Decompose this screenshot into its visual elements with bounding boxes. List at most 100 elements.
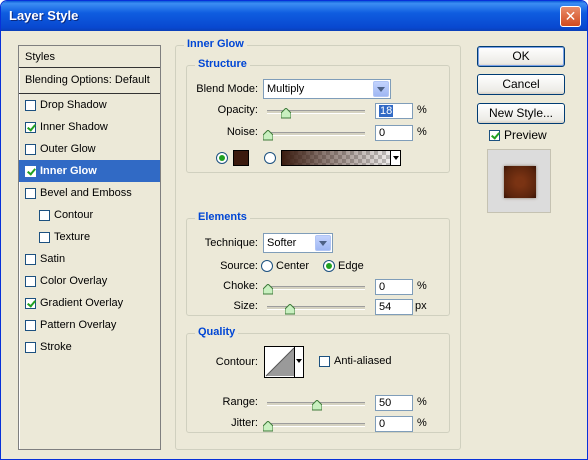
preview-swatch: [504, 166, 536, 198]
blending-options-item[interactable]: Blending Options: Default: [19, 68, 160, 94]
style-checkbox[interactable]: [25, 253, 36, 265]
technique-value: Softer: [267, 237, 297, 249]
style-item-stroke[interactable]: Stroke: [19, 336, 160, 358]
style-item-contour[interactable]: Contour: [19, 204, 160, 226]
preview-label[interactable]: Preview: [504, 128, 547, 142]
opacity-input[interactable]: 18: [375, 103, 413, 119]
title-bar[interactable]: Layer Style ✕: [1, 1, 587, 31]
style-item-drop-shadow[interactable]: Drop Shadow: [19, 94, 160, 116]
structure-group: Structure Blend Mode: Multiply Opacity: …: [186, 58, 450, 173]
choke-label: Choke:: [223, 280, 258, 292]
size-input[interactable]: 54: [375, 299, 413, 315]
chevron-down-icon[interactable]: [315, 235, 331, 251]
contour-curve-icon: [265, 347, 295, 377]
gradient-picker[interactable]: [281, 150, 401, 166]
opacity-slider-thumb[interactable]: [280, 108, 291, 119]
anti-aliased-box[interactable]: [319, 355, 330, 367]
style-checkbox[interactable]: [25, 121, 36, 133]
anti-aliased-checkbox[interactable]: Anti-aliased: [319, 355, 391, 367]
style-preview: [487, 149, 551, 213]
inner-glow-group: Inner Glow Structure Blend Mode: Multipl…: [175, 38, 461, 450]
glow-color-swatch[interactable]: [233, 150, 249, 166]
quality-group: Quality Contour: Anti-aliased Range: 50: [186, 326, 450, 433]
source-center-radio[interactable]: [261, 260, 273, 272]
style-checkbox[interactable]: [25, 143, 36, 155]
preview-checkbox[interactable]: Preview: [489, 128, 547, 142]
gradient-radio[interactable]: [264, 152, 276, 164]
style-item-texture[interactable]: Texture: [19, 226, 160, 248]
color-radio[interactable]: [216, 152, 228, 164]
choke-unit: %: [417, 280, 427, 292]
range-slider-thumb[interactable]: [312, 400, 322, 411]
anti-aliased-label[interactable]: Anti-aliased: [334, 355, 391, 367]
choke-slider-thumb[interactable]: [263, 284, 273, 295]
style-checkbox[interactable]: [25, 297, 36, 309]
size-slider-thumb[interactable]: [284, 304, 295, 315]
style-checkbox[interactable]: [25, 341, 36, 353]
chevron-down-icon[interactable]: [294, 347, 303, 377]
style-item-satin[interactable]: Satin: [19, 248, 160, 270]
range-unit: %: [417, 396, 427, 408]
styles-header[interactable]: Styles: [19, 46, 160, 68]
range-input[interactable]: 50: [375, 395, 413, 411]
style-checkbox[interactable]: [39, 209, 50, 221]
opacity-label: Opacity:: [217, 104, 258, 116]
contour-picker[interactable]: [264, 346, 304, 378]
style-checkbox[interactable]: [25, 99, 36, 111]
preview-box[interactable]: [489, 129, 500, 141]
elements-title: Elements: [195, 211, 250, 223]
size-slider-track[interactable]: [267, 306, 365, 310]
source-edge-label[interactable]: Edge: [338, 260, 364, 272]
style-item-pattern-overlay[interactable]: Pattern Overlay: [19, 314, 160, 336]
source-label: Source:: [220, 260, 258, 272]
window-title: Layer Style: [9, 8, 79, 23]
close-button[interactable]: ✕: [560, 6, 581, 27]
jitter-label: Jitter:: [231, 417, 258, 429]
style-item-label: Pattern Overlay: [40, 319, 117, 331]
technique-select[interactable]: Softer: [263, 233, 333, 253]
jitter-slider-track[interactable]: [267, 423, 365, 427]
elements-group: Elements Technique: Softer Source: Cente…: [186, 211, 450, 316]
jitter-slider-thumb[interactable]: [263, 421, 273, 432]
choke-slider-track[interactable]: [267, 286, 365, 290]
jitter-input[interactable]: 0: [375, 416, 413, 432]
chevron-down-icon[interactable]: [390, 151, 400, 165]
style-checkbox[interactable]: [39, 231, 50, 243]
cancel-button[interactable]: Cancel: [477, 74, 565, 95]
noise-input[interactable]: 0: [375, 125, 413, 141]
style-item-outer-glow[interactable]: Outer Glow: [19, 138, 160, 160]
style-item-label: Texture: [54, 231, 91, 243]
style-item-label: Inner Shadow: [40, 121, 108, 133]
layer-style-dialog: Layer Style ✕ Styles Blending Options: D…: [0, 0, 588, 460]
source-center-label[interactable]: Center: [276, 260, 309, 272]
style-item-label: Satin: [40, 253, 66, 265]
style-item-color-overlay[interactable]: Color Overlay: [19, 270, 160, 292]
style-checkbox[interactable]: [25, 187, 36, 199]
style-item-gradient-overlay[interactable]: Gradient Overlay: [19, 292, 160, 314]
style-item-label: Color Overlay: [40, 275, 108, 287]
style-checkbox[interactable]: [25, 275, 36, 287]
style-item-inner-shadow[interactable]: Inner Shadow: [19, 116, 160, 138]
style-item-bevel-and-emboss[interactable]: Bevel and Emboss: [19, 182, 160, 204]
source-edge-radio[interactable]: [323, 260, 335, 272]
opacity-value: 18: [379, 105, 394, 117]
new-style-button[interactable]: New Style...: [477, 103, 565, 124]
technique-label: Technique:: [204, 237, 258, 249]
style-item-inner-glow[interactable]: Inner Glow: [19, 160, 160, 182]
blend-mode-label: Blend Mode:: [196, 83, 258, 95]
style-item-label: Drop Shadow: [40, 99, 107, 111]
quality-title: Quality: [195, 326, 239, 338]
opacity-unit: %: [417, 104, 427, 116]
noise-slider-track[interactable]: [267, 132, 365, 136]
noise-slider-thumb[interactable]: [263, 130, 273, 141]
style-item-label: Outer Glow: [40, 143, 96, 155]
blend-mode-select[interactable]: Multiply: [263, 79, 391, 99]
style-item-label: Bevel and Emboss: [40, 187, 132, 199]
structure-title: Structure: [195, 58, 250, 70]
choke-input[interactable]: 0: [375, 279, 413, 295]
style-item-label: Contour: [54, 209, 94, 221]
style-checkbox[interactable]: [25, 165, 36, 177]
ok-button[interactable]: OK: [477, 46, 565, 67]
chevron-down-icon[interactable]: [373, 81, 389, 97]
style-checkbox[interactable]: [25, 319, 36, 331]
